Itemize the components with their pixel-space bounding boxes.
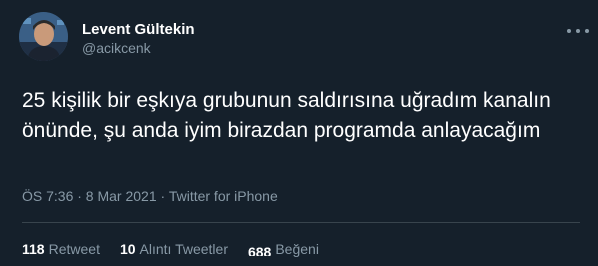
likes-stat[interactable]: 688 Beğeni xyxy=(248,238,319,257)
retweets-stat[interactable]: 118 Retweet xyxy=(22,241,100,257)
tweet-card: Levent Gültekin @acikcenk 25 kişilik bir… xyxy=(0,0,598,266)
retweets-count: 118 xyxy=(22,241,45,257)
quotes-count: 10 xyxy=(119,241,136,257)
more-horizontal-icon[interactable] xyxy=(567,23,589,39)
quotes-stat[interactable]: 10 Alıntı Tweetler xyxy=(120,241,228,257)
dot xyxy=(585,29,589,33)
divider xyxy=(22,222,580,223)
tweet-meta[interactable]: ÖS 7:36 · 8 Mar 2021 · Twitter for iPhon… xyxy=(22,188,278,204)
tweet-stats: 118 Retweet 10 Alıntı Tweetler 688 Beğeni xyxy=(22,238,339,257)
dot xyxy=(576,29,580,33)
likes-count-wrapper: 688 xyxy=(248,238,271,256)
retweets-label: Retweet xyxy=(48,241,100,257)
avatar[interactable] xyxy=(19,12,68,61)
dot xyxy=(567,29,571,33)
quotes-label: Alıntı Tweetler xyxy=(139,241,228,257)
tweet-text: 25 kişilik bir eşkıya grubunun saldırısı… xyxy=(22,89,551,142)
likes-label: Beğeni xyxy=(275,241,319,257)
author-handle[interactable]: @acikcenk xyxy=(82,40,151,56)
likes-count: 688 xyxy=(247,244,272,256)
author-name[interactable]: Levent Gültekin xyxy=(82,21,195,38)
